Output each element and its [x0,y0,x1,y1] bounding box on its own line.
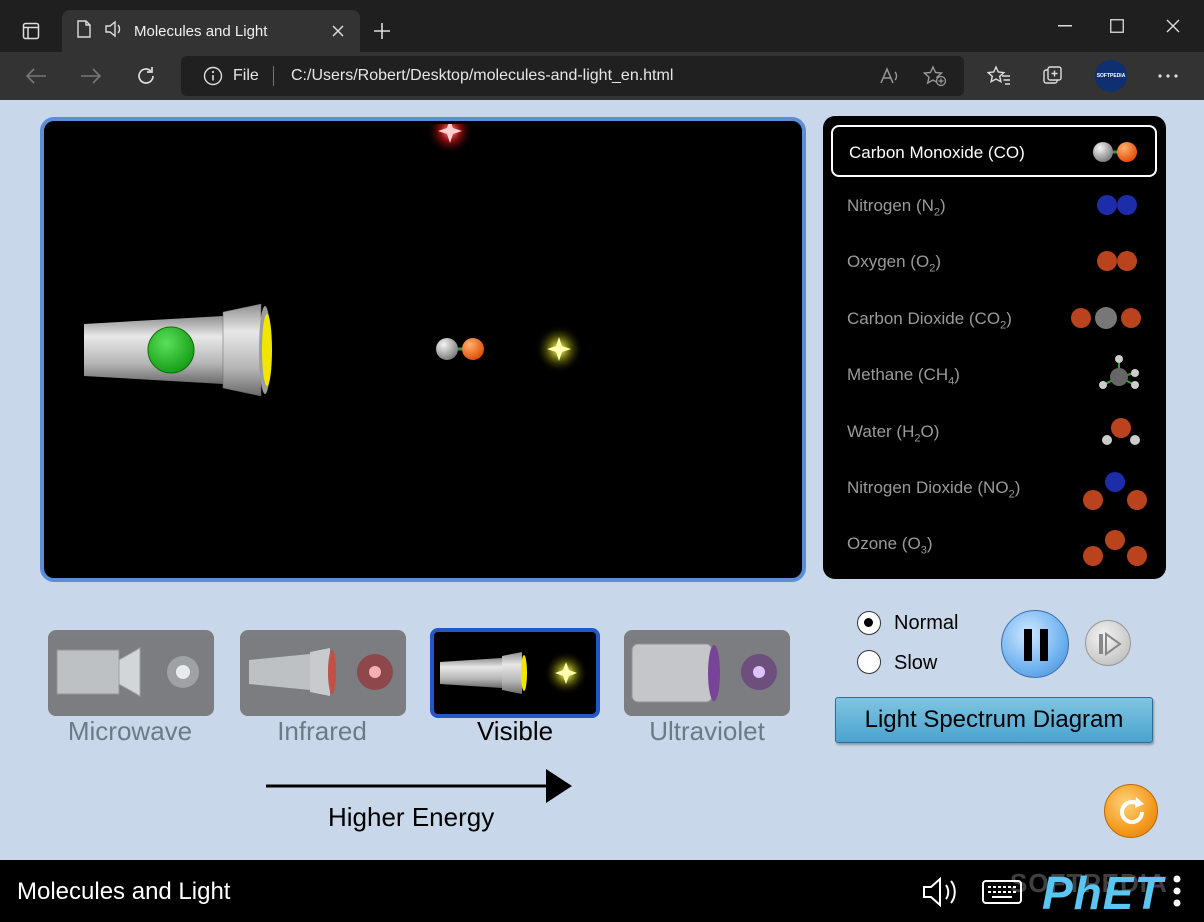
energy-arrow [266,769,572,803]
molecule-label: Ozone (O3) [847,534,933,557]
observation-scene [84,124,583,397]
maximize-icon[interactable] [1094,8,1140,44]
molecule-label: Water (H2O) [847,422,940,445]
nitrogen-dioxide-icon [1083,472,1147,510]
visible-label: Visible [476,716,554,746]
co-molecule [436,338,484,360]
visible-emitter-icon [440,651,588,695]
microwave-source-button[interactable] [48,630,214,716]
emitted-photon [426,124,474,155]
molecule-label: Nitrogen Dioxide (NO2) [847,478,1021,501]
molecule-item-nitrogen-dioxide[interactable]: Nitrogen Dioxide (NO2) [831,462,1157,514]
step-forward-icon [1099,632,1122,656]
carbon-monoxide-icon [1093,142,1137,162]
favorites-icon[interactable] [983,60,1015,92]
molecule-selector: Carbon Monoxide (CO) Nitrogen (N2) Oxyge… [823,116,1166,579]
file-label: File [233,67,259,84]
microwave-label: Microwave [67,716,193,746]
observation-window-inner [47,124,799,575]
visible-source-button[interactable] [430,628,600,718]
address-bar[interactable]: File C:/Users/Robert/Desktop/molecules-a… [181,56,964,96]
energy-label: Higher Energy [328,802,495,832]
slow-speed-radio[interactable] [857,650,881,674]
new-tab-icon[interactable] [368,17,396,45]
observation-window [40,117,806,582]
phet-logo[interactable]: PhET [1042,866,1164,920]
molecule-label: Carbon Monoxide (CO) [849,143,1025,162]
phet-menu-icon[interactable] [1172,874,1182,913]
light-spectrum-diagram-button[interactable]: Light Spectrum Diagram [835,697,1153,743]
tab-actions-icon[interactable] [12,14,50,48]
sim-title: Molecules and Light [17,878,231,905]
page-icon [76,19,92,43]
sound-icon[interactable] [920,876,964,913]
speaker-icon[interactable] [104,20,124,43]
normal-speed-label: Normal [894,612,959,634]
pause-button[interactable] [1001,610,1069,678]
infrared-emitter-icon [249,648,393,696]
flashlight-emitter [84,303,272,397]
forward-arrow-icon[interactable] [75,60,107,92]
simulation-screen: Carbon Monoxide (CO) Nitrogen (N2) Oxyge… [0,100,1204,860]
reset-all-button[interactable] [1104,784,1158,838]
visible-photon [535,325,583,373]
oxygen-icon [1097,251,1137,271]
ultraviolet-label: Ultraviolet [649,716,765,746]
read-aloud-icon[interactable] [879,66,901,91]
ultraviolet-source-button[interactable] [624,630,790,716]
back-arrow-icon[interactable] [20,60,52,92]
nitrogen-icon [1097,195,1137,215]
minimize-icon[interactable] [1042,8,1088,44]
pause-icon [1024,629,1048,661]
tab-title: Molecules and Light [134,22,268,40]
slow-speed-label: Slow [894,652,938,674]
close-window-icon[interactable] [1150,8,1196,44]
methane-icon [1099,355,1139,389]
molecule-item-carbon-monoxide[interactable]: Carbon Monoxide (CO) [831,125,1157,177]
carbon-dioxide-icon [1071,307,1141,329]
info-icon[interactable] [203,66,223,91]
water-icon [1102,418,1140,445]
browser-tab-strip: Molecules and Light [0,0,1204,52]
molecule-item-water[interactable]: Water (H2O) [831,406,1157,458]
phet-navigation-bar: Molecules and Light SOFTPEDIA PhET [0,860,1204,922]
molecule-item-nitrogen[interactable]: Nitrogen (N2) [831,180,1157,232]
add-favorite-icon[interactable] [922,65,947,92]
molecule-label: Carbon Dioxide (CO2) [847,309,1012,332]
step-forward-button[interactable] [1085,620,1131,666]
molecule-label: Methane (CH4) [847,365,960,388]
normal-speed-radio[interactable] [857,611,881,635]
address-separator [273,66,274,86]
molecule-item-methane[interactable]: Methane (CH4) [831,349,1157,401]
refresh-icon[interactable] [130,60,162,92]
close-tab-icon[interactable] [328,21,348,41]
ultraviolet-emitter-icon [631,643,777,703]
molecule-label: Nitrogen (N2) [847,196,946,219]
molecule-item-ozone[interactable]: Ozone (O3) [831,518,1157,570]
reset-icon [1120,797,1144,824]
collections-icon[interactable] [1038,60,1070,92]
molecule-item-carbon-dioxide[interactable]: Carbon Dioxide (CO2) [831,293,1157,345]
url-text[interactable]: C:/Users/Robert/Desktop/molecules-and-li… [291,67,673,85]
infrared-source-button[interactable] [240,630,406,716]
microwave-emitter-icon [56,647,199,697]
browser-toolbar: File C:/Users/Robert/Desktop/molecules-a… [0,52,1204,100]
molecule-label: Oxygen (O2) [847,252,941,275]
ozone-icon [1083,530,1147,566]
infrared-label: Infrared [277,716,367,746]
molecule-item-oxygen[interactable]: Oxygen (O2) [831,236,1157,288]
more-options-icon[interactable] [1152,60,1184,92]
browser-tab[interactable]: Molecules and Light [62,10,360,52]
profile-avatar[interactable]: SOFTPEDIA [1095,60,1127,92]
